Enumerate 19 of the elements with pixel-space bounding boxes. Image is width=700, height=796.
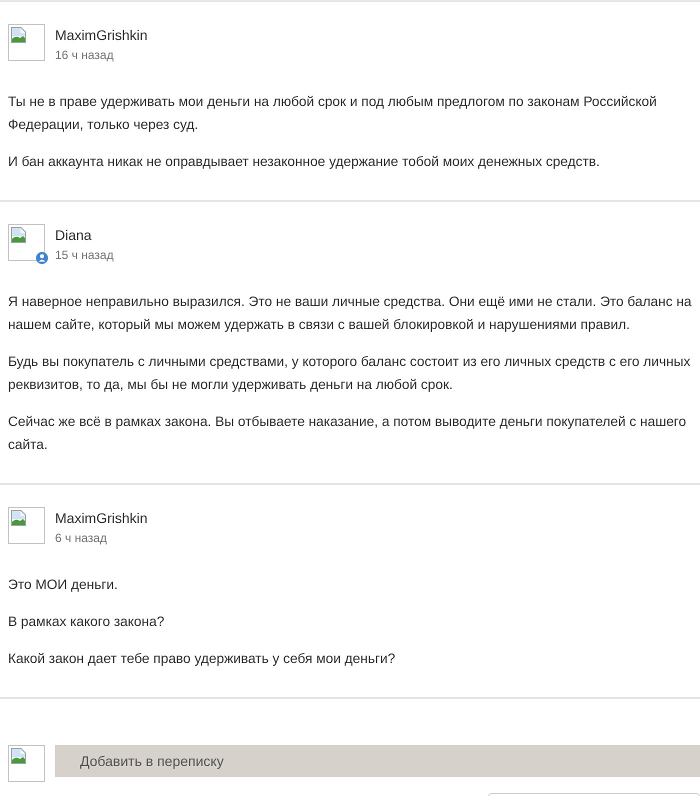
broken-image-icon [11, 27, 26, 43]
message-text: Я наверное неправильно выразился. Это не ваши личные средства. Они ещё ими не стали. Это баланс на нашем сайте, который мы можем удержать в связи с вашей блокировкой и нарушениями правил. [8, 293, 693, 334]
broken-image-icon [11, 227, 26, 243]
message-text: Сейчас же всё в рамках закона. Вы отбываете наказание, а потом выводите деньги покупателей с нашего сайта. [8, 413, 688, 454]
message-text: Ты не в праве удерживать мои деньги на любой срок и под любым предлогом по законам Российской Федерации, только через суд. [8, 93, 658, 134]
broken-image-icon [11, 748, 26, 764]
author-name: Diana [55, 227, 93, 243]
message-time: 16 ч назад [55, 47, 115, 63]
author-name: MaximGrishkin [55, 27, 148, 43]
author-name: MaximGrishkin [55, 510, 148, 526]
message-text: В рамках какого закона? [8, 613, 166, 631]
broken-image-icon [11, 510, 26, 526]
message-time: 15 ч назад [55, 247, 114, 263]
reply-field[interactable]: Добавить в переписку [55, 745, 700, 777]
message-text: Будь вы покупатель с личными средствами, у которого баланс состоит из его личных средств с его личных реквизитов, то да, мы бы не могли удерживать деньги на любой срок. [8, 353, 692, 394]
message-text: Это МОИ деньги. [8, 576, 119, 594]
message-time: 6 ч назад [55, 530, 108, 546]
message-text: Какой закон дает тебе право удерживать у себя мои деньги? [8, 650, 396, 668]
message-text: И бан аккаунта никак не оправдывает незаконное удержание тобой моих денежных средств. [8, 153, 601, 171]
